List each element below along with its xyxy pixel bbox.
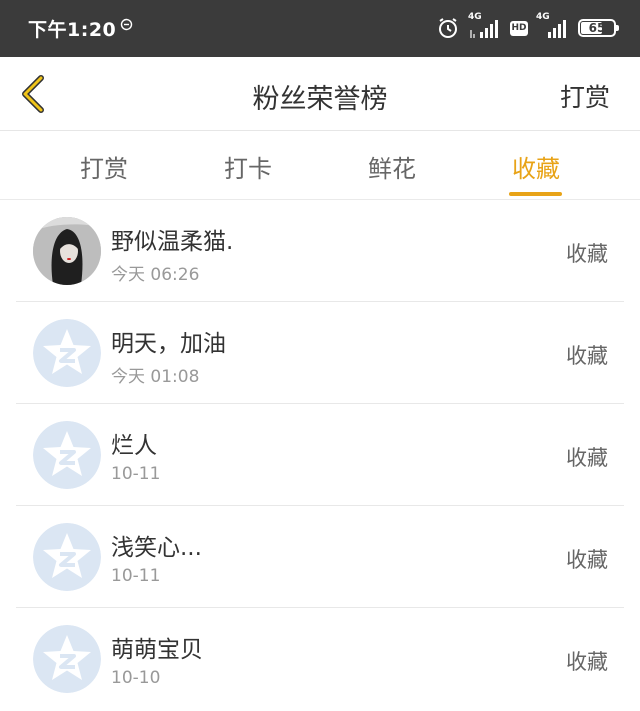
fan-list: 野似温柔猫. 今天 06:26 收藏 明天，加油 今天 01:08 收藏 烂人 … xyxy=(0,200,640,710)
status-icons: 4G HD 4G 65 xyxy=(436,12,619,42)
list-item[interactable]: 野似温柔猫. 今天 06:26 收藏 xyxy=(0,200,640,302)
timestamp: 10-11 xyxy=(111,464,161,484)
status-bar: 下午1:20 4G HD 4G 65 xyxy=(0,0,640,57)
hd-label: HD xyxy=(511,23,527,33)
user-name: 浅笑心... xyxy=(111,535,202,561)
list-item[interactable]: 萌萌宝贝 10-10 收藏 xyxy=(0,608,640,710)
photo-avatar-icon xyxy=(33,217,101,285)
user-name: 烂人 xyxy=(111,433,157,459)
user-name: 萌萌宝贝 xyxy=(111,637,203,663)
default-star-avatar-icon xyxy=(33,421,101,489)
list-item[interactable]: 烂人 10-11 收藏 xyxy=(0,404,640,506)
page-title: 粉丝荣誉榜 xyxy=(252,84,388,115)
hd-icon: HD xyxy=(510,20,528,36)
default-star-avatar-icon xyxy=(33,319,101,387)
tab-flowers[interactable]: 鲜花 xyxy=(347,149,437,184)
signal-icon: 4G xyxy=(468,12,502,40)
notification-icon xyxy=(120,18,133,31)
default-star-avatar-icon xyxy=(33,625,101,693)
default-star-avatar-icon xyxy=(33,523,101,591)
action-label: 收藏 xyxy=(566,446,608,470)
action-label: 收藏 xyxy=(566,650,608,674)
avatar[interactable] xyxy=(33,319,101,387)
list-item[interactable]: 明天，加油 今天 01:08 收藏 xyxy=(0,302,640,404)
battery-level: 65 xyxy=(588,21,606,35)
user-name: 野似温柔猫. xyxy=(111,229,234,255)
active-tab-indicator xyxy=(509,192,562,196)
action-label: 收藏 xyxy=(566,344,608,368)
timestamp: 今天 01:08 xyxy=(111,367,200,387)
list-item[interactable]: 浅笑心... 10-11 收藏 xyxy=(0,506,640,608)
battery-icon: 65 xyxy=(578,19,619,37)
tab-bar: 打赏 打卡 鲜花 收藏 xyxy=(0,131,640,200)
tab-favorites[interactable]: 收藏 xyxy=(491,149,581,184)
reward-button[interactable]: 打赏 xyxy=(560,78,610,114)
timestamp: 10-10 xyxy=(111,668,161,688)
signal-icon-2: 4G xyxy=(536,12,570,40)
action-label: 收藏 xyxy=(566,548,608,572)
nav-bar: 粉丝荣誉榜 打赏 xyxy=(0,57,640,131)
avatar[interactable] xyxy=(33,523,101,591)
timestamp: 10-11 xyxy=(111,566,161,586)
alarm-icon xyxy=(439,18,457,38)
tab-checkin[interactable]: 打卡 xyxy=(203,149,293,184)
user-name: 明天，加油 xyxy=(111,331,226,357)
avatar[interactable] xyxy=(33,625,101,693)
tab-reward[interactable]: 打赏 xyxy=(59,149,149,184)
status-time: 下午1:20 xyxy=(28,19,117,41)
avatar[interactable] xyxy=(33,217,101,285)
timestamp: 今天 06:26 xyxy=(111,265,200,285)
action-label: 收藏 xyxy=(566,242,608,266)
avatar[interactable] xyxy=(33,421,101,489)
